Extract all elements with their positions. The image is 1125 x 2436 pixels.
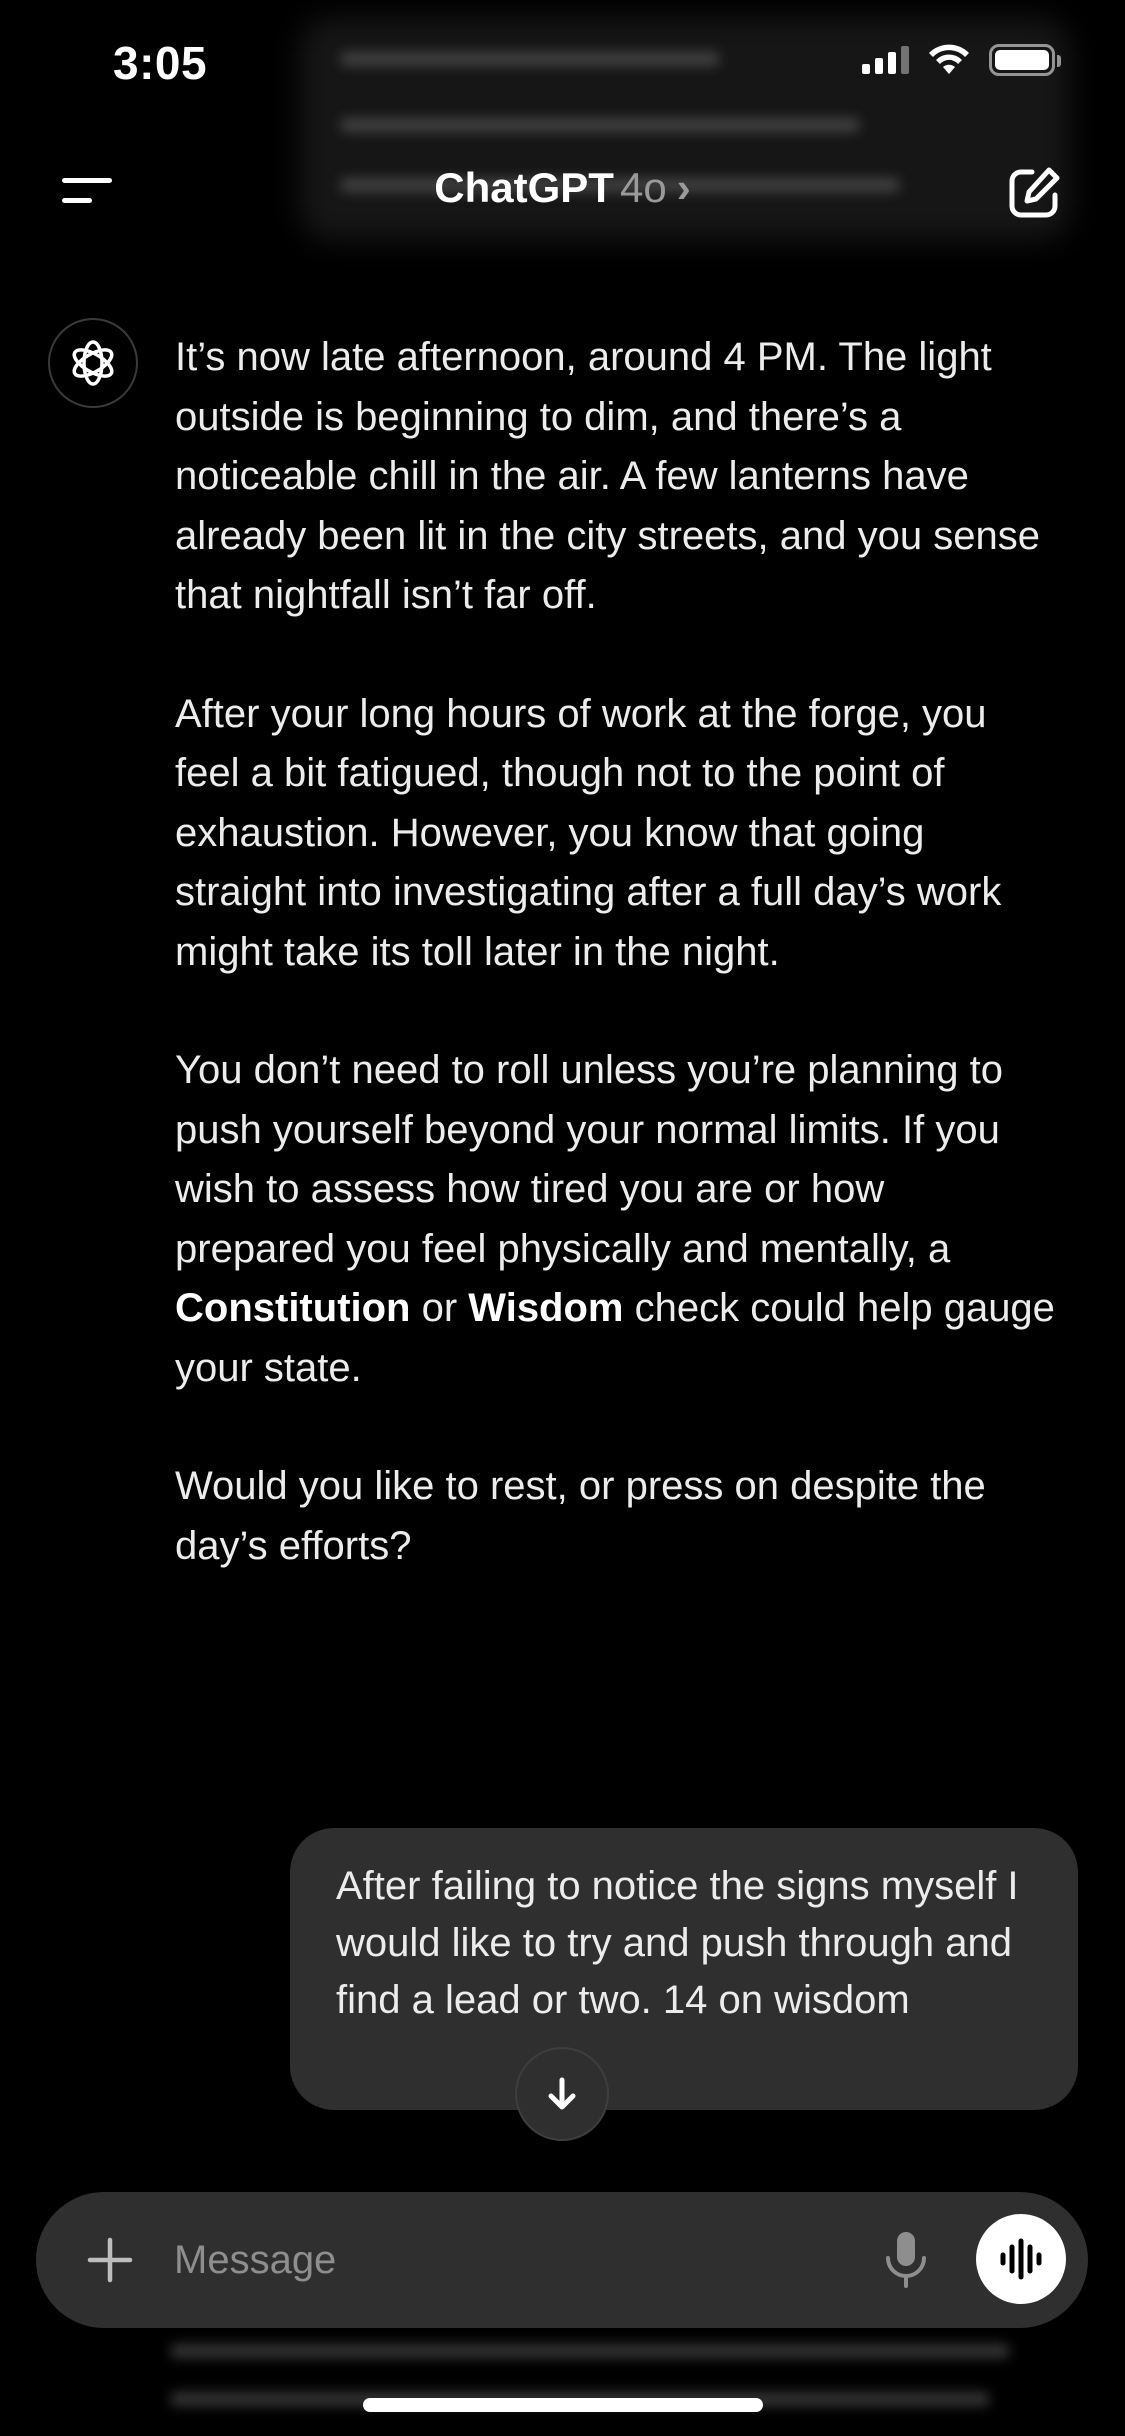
background-blur (170, 2330, 1050, 2430)
user-message-text: After failing to notice the signs myself… (336, 1864, 1019, 2022)
blur-line (170, 2344, 1010, 2358)
voice-mode-icon (1000, 2238, 1042, 2280)
text-run: or (410, 1286, 469, 1330)
app-title: ChatGPT (434, 164, 614, 211)
voice-mode-button[interactable] (976, 2214, 1066, 2304)
microphone-icon[interactable] (876, 2228, 936, 2292)
scroll-to-bottom-button[interactable] (515, 2047, 609, 2141)
assistant-avatar (48, 318, 138, 408)
message-input[interactable] (174, 2222, 874, 2298)
message-composer (36, 2192, 1088, 2328)
status-bar: 3:05 (0, 0, 1125, 240)
model-name: 4o (619, 164, 667, 211)
message-paragraph: After your long hours of work at the for… (175, 691, 1002, 974)
chevron-right-icon: › (676, 164, 691, 211)
blur-line (340, 118, 860, 132)
bold-term-wisdom: Wisdom (468, 1286, 624, 1330)
arrow-down-icon (548, 2077, 576, 2110)
model-selector[interactable]: ChatGPT 4o › (0, 164, 1125, 212)
status-time: 3:05 (113, 37, 208, 89)
user-message-bubble: After failing to notice the signs myself… (290, 1828, 1078, 2110)
status-icons (862, 44, 1061, 76)
chat-header: ChatGPT 4o › (0, 150, 1125, 230)
text-run: You don’t need to roll unless you’re pla… (175, 1048, 1004, 1271)
new-chat-icon[interactable] (1005, 164, 1063, 222)
home-indicator (363, 2398, 763, 2412)
plus-icon[interactable] (80, 2230, 140, 2290)
chat-screen: 3:05 ChatGPT 4o › It’s now late afternoo… (0, 0, 1125, 2436)
bold-term-constitution: Constitution (175, 1286, 411, 1330)
cellular-signal-icon (862, 46, 909, 74)
openai-logo-icon (72, 340, 114, 386)
blur-line (340, 52, 720, 66)
message-paragraph: Would you like to rest, or press on desp… (175, 1464, 986, 1568)
message-paragraph: You don’t need to roll unless you’re pla… (175, 1041, 1055, 1398)
assistant-message: It’s now late afternoon, around 4 PM. Th… (175, 328, 1055, 1635)
message-paragraph: It’s now late afternoon, around 4 PM. Th… (175, 335, 1040, 617)
battery-icon (989, 44, 1061, 76)
wifi-icon (929, 44, 969, 74)
